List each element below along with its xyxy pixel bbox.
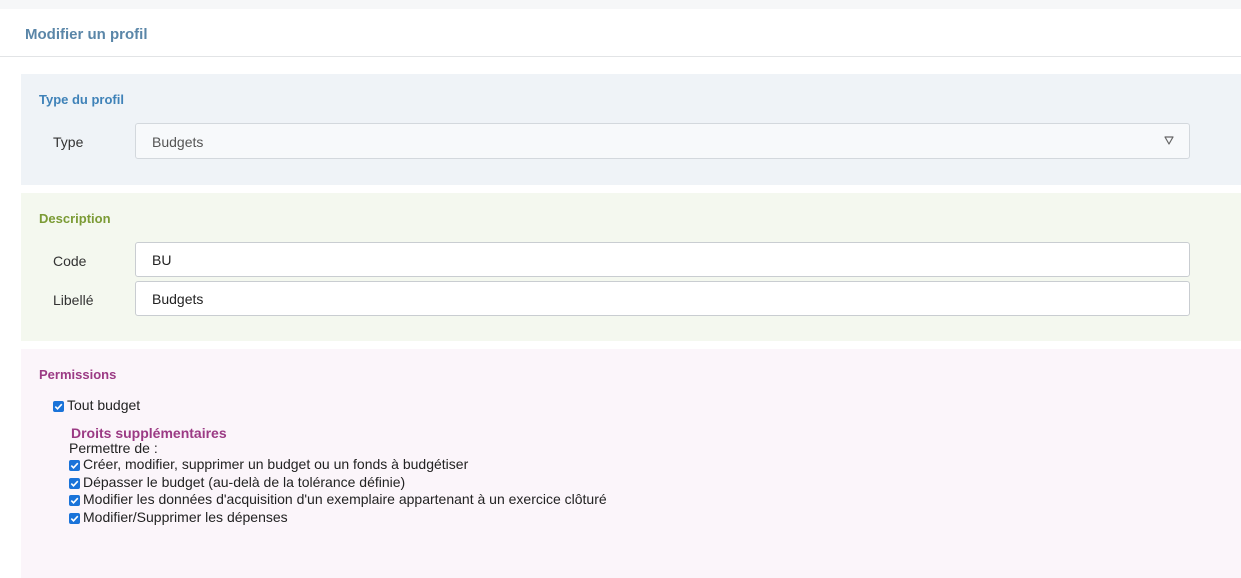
permissions-section: Permissions Tout budget Droits supplémen… — [21, 349, 1241, 578]
permissions-section-title: Permissions — [39, 367, 117, 382]
libelle-label: Libellé — [53, 292, 94, 308]
code-field[interactable]: BU — [135, 242, 1190, 277]
tout-budget-checkbox[interactable] — [53, 401, 64, 412]
perm-exceed-budget-label: Dépasser le budget (au-delà de la toléra… — [83, 474, 406, 490]
perm-create-budget-label: Créer, modifier, supprimer un budget ou … — [83, 456, 469, 472]
type-section-title: Type du profil — [39, 92, 124, 107]
perm-modify-expenses-label: Modifier/Supprimer les dépenses — [83, 509, 288, 525]
code-label: Code — [53, 253, 87, 269]
description-section-title: Description — [39, 211, 111, 226]
perm-create-budget-checkbox[interactable] — [69, 460, 80, 471]
card-header: Modifier un profil — [0, 9, 1241, 57]
type-select-value: Budgets — [152, 134, 204, 150]
permettre-de-label: Permettre de : — [69, 440, 158, 456]
code-field-value: BU — [152, 252, 172, 268]
type-label: Type — [53, 134, 84, 150]
chevron-down-icon — [1163, 133, 1175, 145]
perm-exceed-budget-checkbox[interactable] — [69, 478, 80, 489]
type-select[interactable]: Budgets — [135, 123, 1190, 159]
perm-modify-expenses-checkbox[interactable] — [69, 513, 80, 524]
profile-edit-card: Modifier un profil Type du profil Type B… — [0, 9, 1241, 578]
perm-modify-acquisition-checkbox[interactable] — [69, 495, 80, 506]
tout-budget-label: Tout budget — [67, 397, 141, 413]
libelle-field-value: Budgets — [152, 291, 204, 307]
type-section: Type du profil Type Budgets — [21, 74, 1241, 185]
description-section: Description Code BU Libellé Budgets — [21, 193, 1241, 341]
droits-supplementaires-title: Droits supplémentaires — [71, 425, 227, 441]
page-title: Modifier un profil — [25, 26, 148, 43]
perm-modify-acquisition-label: Modifier les données d'acquisition d'un … — [83, 491, 607, 507]
libelle-field[interactable]: Budgets — [135, 281, 1190, 316]
